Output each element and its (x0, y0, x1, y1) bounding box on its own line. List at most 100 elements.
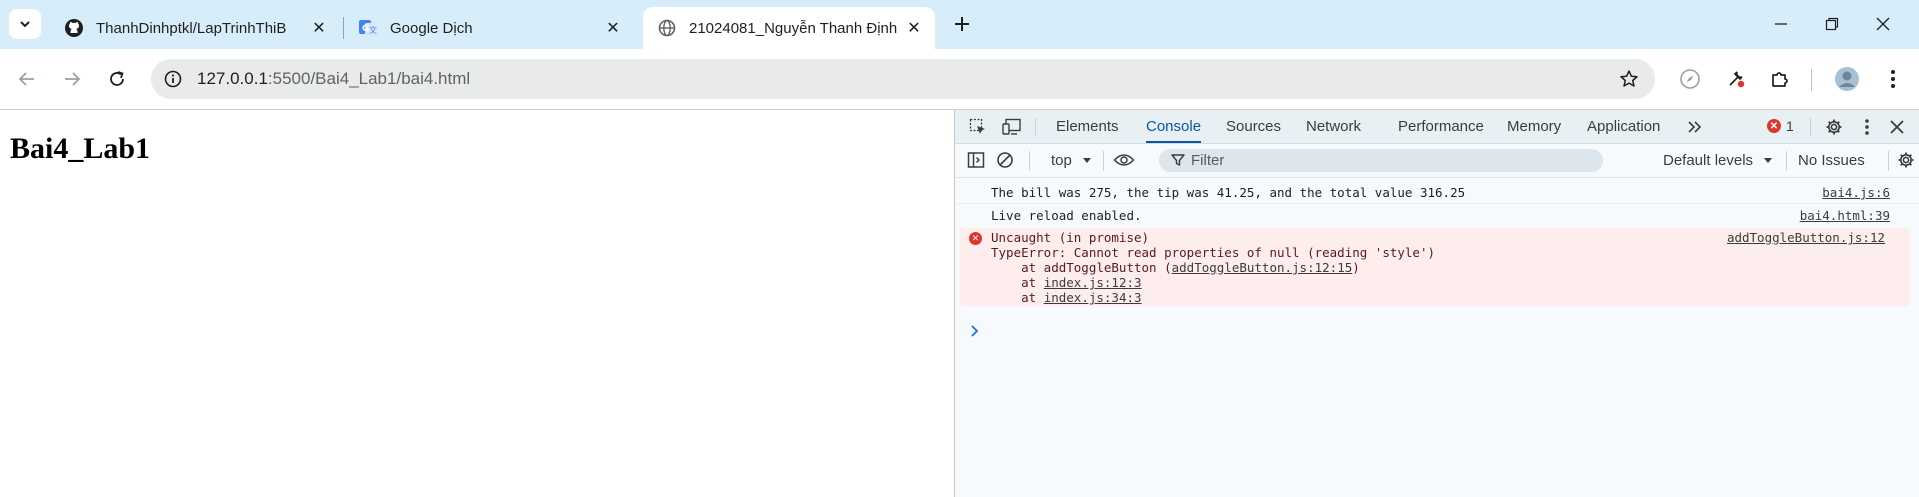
chevron-down-icon (20, 21, 30, 28)
tab-sources[interactable]: Sources (1226, 110, 1281, 143)
tools-extension-icon[interactable] (1720, 63, 1752, 95)
tab-google-translate[interactable]: G文 Google Dịch ✕ (344, 7, 634, 49)
tab-elements[interactable]: Elements (1056, 110, 1119, 143)
restore-button[interactable] (1818, 10, 1846, 38)
device-toolbar-icon[interactable] (999, 114, 1025, 140)
console-toolbar: top Filter Default levels No Issues (955, 144, 1919, 178)
live-expression-eye-icon[interactable] (1111, 147, 1137, 173)
devtools-panel: Elements Console Sources Network Perform… (954, 110, 1919, 497)
forward-button[interactable] (56, 63, 88, 95)
log-text: Live reload enabled. (991, 208, 1142, 223)
address-bar[interactable]: 127.0.0.1:5500/Bai4_Lab1/bai4.html (151, 59, 1655, 99)
arrow-right-icon (65, 72, 81, 86)
dropdown-arrow-icon (1083, 158, 1092, 163)
error-count-badge[interactable]: ✕ 1 (1767, 118, 1794, 134)
tab-console[interactable]: Console (1146, 110, 1202, 143)
inspect-element-icon[interactable] (965, 114, 991, 140)
stack-frame-text: at (991, 290, 1044, 305)
tab-github[interactable]: ThanhDinhptkl/LapTrinhThiBiDi ✕ (50, 7, 340, 49)
tab-active-page[interactable]: 21024081_Nguyễn Thanh Định ✕ (643, 7, 935, 49)
tab-search-button[interactable] (9, 9, 41, 39)
toolbar-divider (1888, 151, 1889, 171)
stack-frame-link[interactable]: addToggleButton.js:12:15 (1172, 260, 1353, 275)
more-tabs-icon[interactable] (1682, 114, 1708, 140)
close-tab-icon[interactable]: ✕ (903, 17, 925, 39)
message-divider (955, 203, 1919, 204)
toolbar-divider (1811, 69, 1812, 91)
console-log-message: The bill was 275, the tip was 41.25, and… (955, 182, 1919, 202)
devtools-settings-gear-icon[interactable] (1821, 114, 1847, 140)
toolbar-divider (1786, 151, 1787, 171)
reload-icon (110, 71, 124, 86)
context-label: top (1051, 152, 1072, 169)
bookmark-star-icon[interactable] (1617, 67, 1641, 91)
error-count: 1 (1786, 118, 1794, 134)
plus-icon (955, 17, 969, 31)
restore-icon (1825, 17, 1839, 31)
log-levels-dropdown[interactable]: Default levels (1663, 152, 1773, 169)
github-icon (64, 18, 84, 38)
back-button[interactable] (11, 63, 43, 95)
console-settings-gear-icon[interactable] (1893, 147, 1919, 173)
console-prompt[interactable] (970, 325, 980, 341)
stack-frame-text: ) (1352, 260, 1360, 275)
url-host: 127.0.0.1 (197, 69, 268, 88)
stack-frame: at index.js:12:3 (991, 275, 1142, 290)
minimize-icon (1775, 23, 1787, 25)
browser-toolbar: 127.0.0.1:5500/Bai4_Lab1/bai4.html (0, 49, 1919, 110)
prompt-chevron-icon (971, 325, 979, 337)
globe-icon (657, 18, 677, 38)
filter-placeholder: Filter (1191, 152, 1225, 169)
stack-frame-link[interactable]: index.js:34:3 (1044, 290, 1142, 305)
close-tab-icon[interactable]: ✕ (602, 17, 624, 39)
toolbar-divider (1103, 151, 1104, 171)
tab-application[interactable]: Application (1587, 110, 1660, 143)
site-info-icon[interactable] (161, 67, 185, 91)
clear-console-icon[interactable] (992, 147, 1018, 173)
stack-frame: at addToggleButton (addToggleButton.js:1… (991, 260, 1360, 275)
compass-extension-icon[interactable] (1674, 63, 1706, 95)
tab-title: 21024081_Nguyễn Thanh Định (689, 19, 898, 37)
devtools-divider (1810, 118, 1811, 136)
tab-title: Google Dịch (390, 19, 473, 37)
toolbar-divider (1029, 151, 1030, 171)
browser-menu-button[interactable] (1877, 63, 1909, 95)
close-icon (1876, 17, 1890, 31)
tab-title: ThanhDinhptkl/LapTrinhThiBiDi (96, 19, 286, 37)
issues-counter[interactable]: No Issues (1798, 152, 1865, 169)
error-icon: ✕ (969, 232, 982, 245)
log-source-link[interactable]: bai4.js:6 (1822, 185, 1890, 200)
sidebar-toggle-icon[interactable] (963, 147, 989, 173)
url-text[interactable]: 127.0.0.1:5500/Bai4_Lab1/bai4.html (197, 69, 470, 89)
devtools-menu-icon[interactable] (1854, 114, 1880, 140)
new-tab-button[interactable] (948, 10, 976, 38)
log-source-link[interactable]: bai4.html:39 (1800, 208, 1890, 223)
console-filter-input[interactable]: Filter (1159, 149, 1603, 172)
reload-button[interactable] (101, 63, 133, 95)
minimize-button[interactable] (1767, 10, 1795, 38)
devtools-divider (1035, 118, 1036, 136)
tab-network[interactable]: Network (1306, 110, 1361, 143)
page-heading: Bai4_Lab1 (10, 132, 151, 165)
stack-frame: at index.js:34:3 (991, 290, 1142, 305)
close-window-button[interactable] (1869, 10, 1897, 38)
context-selector[interactable]: top (1051, 152, 1092, 169)
close-devtools-icon[interactable] (1884, 114, 1910, 140)
tab-performance[interactable]: Performance (1398, 110, 1484, 143)
filter-icon (1171, 154, 1185, 166)
levels-label: Default levels (1663, 152, 1754, 169)
more-vertical-icon (1891, 70, 1895, 88)
error-source-link[interactable]: addToggleButton.js:12 (1727, 230, 1885, 245)
console-error-message: ✕ Uncaught (in promise) addToggleButton.… (960, 228, 1910, 306)
tab-memory[interactable]: Memory (1507, 110, 1561, 143)
stack-frame-link[interactable]: index.js:12:3 (1044, 275, 1142, 290)
page-viewport: Bai4_Lab1 (0, 110, 954, 497)
arrow-left-icon (18, 72, 34, 86)
dropdown-arrow-icon (1764, 158, 1773, 163)
error-title: Uncaught (in promise) (991, 230, 1150, 245)
profile-avatar[interactable] (1831, 63, 1863, 95)
extensions-puzzle-icon[interactable] (1764, 63, 1796, 95)
close-tab-icon[interactable]: ✕ (308, 17, 330, 39)
log-text: The bill was 275, the tip was 41.25, and… (991, 185, 1466, 200)
error-type-line: TypeError: Cannot read properties of nul… (991, 245, 1436, 260)
